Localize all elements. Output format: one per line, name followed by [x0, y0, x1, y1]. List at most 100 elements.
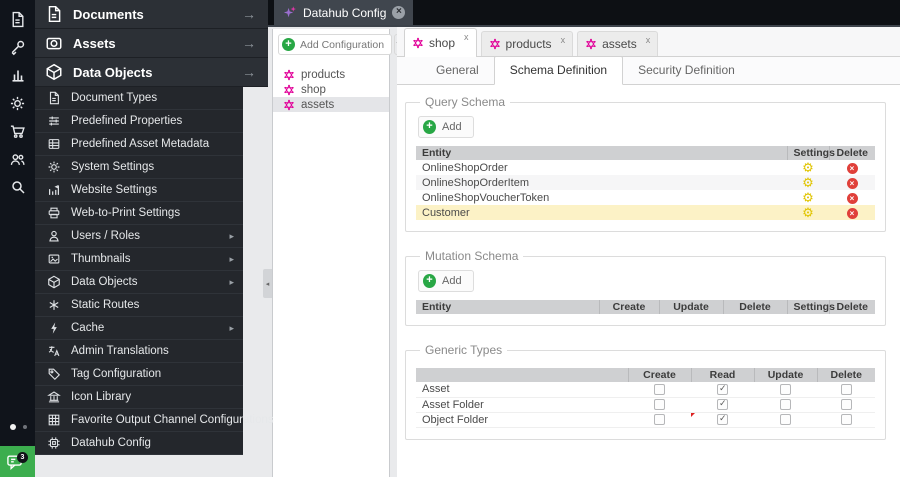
- add-configuration-button[interactable]: + Add Configuration: [278, 34, 393, 55]
- menu-item-system-settings[interactable]: System Settings: [35, 156, 243, 179]
- panel-collapse-handle[interactable]: ◂: [263, 269, 272, 298]
- users-nav-button[interactable]: [0, 145, 35, 173]
- menu-item-admin-translations[interactable]: Admin Translations: [35, 340, 243, 363]
- graphql-star-icon: [283, 98, 295, 111]
- close-icon[interactable]: x: [646, 35, 651, 45]
- gear-icon: [9, 95, 26, 112]
- update-checkbox[interactable]: [780, 383, 791, 395]
- tree-item-shop[interactable]: shop: [273, 82, 389, 97]
- menu-label: Data Objects: [73, 64, 153, 80]
- plus-icon: +: [282, 38, 295, 51]
- subtab-security-definition[interactable]: Security Definition: [623, 57, 750, 84]
- delete-icon[interactable]: ×: [846, 192, 858, 204]
- subtab-schema-definition[interactable]: Schema Definition: [493, 56, 624, 85]
- update-checkbox[interactable]: [780, 399, 791, 411]
- read-checkbox[interactable]: [717, 413, 728, 426]
- chat-button[interactable]: 3: [0, 446, 35, 477]
- chevron-right-icon: ▸: [229, 253, 234, 264]
- menu-item-users-roles[interactable]: Users / Roles ▸: [35, 225, 243, 248]
- menu-item-cache[interactable]: Cache ▸: [35, 317, 243, 340]
- shopping-cart-icon: [9, 123, 26, 140]
- close-icon[interactable]: x: [561, 35, 566, 45]
- sparkle-icon: [282, 5, 297, 20]
- arrow-right-icon: →: [242, 64, 256, 80]
- ecommerce-nav-button[interactable]: [0, 117, 35, 145]
- menu-assets[interactable]: Assets →: [35, 29, 268, 58]
- menu-item-tag-configuration[interactable]: Tag Configuration: [35, 363, 243, 386]
- menu-item-datahub-config[interactable]: Datahub Config: [35, 432, 243, 455]
- definition-subtabs: General Schema Definition Security Defin…: [397, 56, 900, 85]
- settings-gear-icon[interactable]: ⚙: [802, 160, 814, 175]
- tab-products[interactable]: products x: [480, 31, 574, 56]
- users-icon: [9, 151, 26, 168]
- table-row[interactable]: OnlineShopOrder ⚙ ×: [416, 160, 875, 175]
- settings-gear-icon[interactable]: ⚙: [802, 175, 814, 190]
- menu-item-data-objects[interactable]: Data Objects ▸: [35, 271, 243, 294]
- search-icon: [10, 179, 26, 195]
- subtab-general[interactable]: General: [421, 57, 494, 84]
- menu-documents[interactable]: Documents →: [35, 0, 268, 29]
- tab-assets[interactable]: assets x: [577, 31, 659, 56]
- read-checkbox[interactable]: [717, 398, 728, 411]
- delete-checkbox[interactable]: [840, 399, 852, 411]
- plus-icon: +: [423, 120, 436, 134]
- arrow-right-icon: →: [242, 6, 256, 22]
- column-header-settings: Settings: [787, 146, 835, 160]
- delete-checkbox[interactable]: [840, 383, 852, 395]
- create-checkbox[interactable]: [654, 383, 665, 395]
- delete-icon[interactable]: ×: [846, 207, 858, 219]
- close-icon[interactable]: ×: [392, 6, 406, 19]
- create-checkbox[interactable]: [654, 399, 665, 411]
- table-row[interactable]: OnlineShopOrderItem ⚙ ×: [416, 175, 875, 190]
- close-icon[interactable]: x: [464, 32, 469, 42]
- chevron-right-icon: ▸: [229, 230, 234, 241]
- table-row[interactable]: OnlineShopVoucherToken ⚙ ×: [416, 190, 875, 205]
- translate-icon: [47, 344, 62, 359]
- documents-nav-button[interactable]: [0, 5, 35, 33]
- create-checkbox[interactable]: [654, 414, 665, 426]
- menu-item-document-types[interactable]: Document Types: [35, 87, 243, 110]
- tree-item-assets[interactable]: assets: [273, 97, 389, 112]
- table-row: Asset: [416, 382, 875, 398]
- query-schema-legend: Query Schema: [425, 95, 506, 109]
- menu-label: Documents: [73, 6, 144, 22]
- menu-item-predefined-properties[interactable]: Predefined Properties: [35, 110, 243, 133]
- query-schema-add-button[interactable]: + Add: [418, 116, 474, 138]
- tools-nav-button[interactable]: [0, 33, 35, 61]
- menu-item-predefined-asset-metadata[interactable]: Predefined Asset Metadata: [35, 133, 243, 156]
- gear-icon: [47, 160, 62, 175]
- graphql-star-icon: [585, 38, 597, 50]
- config-edit-panel: shop x products x assets x General Schem…: [397, 27, 900, 477]
- reports-nav-button[interactable]: [0, 61, 35, 89]
- search-nav-button[interactable]: [0, 173, 35, 201]
- camera-icon: [45, 34, 63, 52]
- menu-item-web-to-print-settings[interactable]: Web-to-Print Settings: [35, 202, 243, 225]
- menu-item-icon-library[interactable]: Icon Library: [35, 386, 243, 409]
- schema-definition-content: Query Schema + Add Entity Settings Delet…: [397, 85, 900, 477]
- column-header-settings: Settings: [787, 300, 835, 314]
- delete-checkbox[interactable]: [840, 414, 852, 426]
- menu-item-thumbnails[interactable]: Thumbnails ▸: [35, 248, 243, 271]
- update-checkbox[interactable]: [780, 414, 791, 426]
- column-header-read: Read: [691, 368, 755, 382]
- delete-icon[interactable]: ×: [846, 162, 858, 174]
- settings-gear-icon[interactable]: ⚙: [802, 205, 814, 220]
- settings-nav-button[interactable]: [0, 89, 35, 117]
- mutation-schema-add-button[interactable]: + Add: [418, 270, 474, 292]
- configuration-tree-panel: + Add Configuration ▼ products shop asse…: [272, 29, 403, 477]
- wrench-icon: [9, 39, 26, 56]
- read-checkbox[interactable]: [717, 383, 728, 395]
- delete-icon[interactable]: ×: [846, 177, 858, 189]
- tab-shop[interactable]: shop x: [404, 28, 477, 57]
- menu-data-objects[interactable]: Data Objects →: [35, 58, 268, 87]
- menu-item-favorite-output-channels[interactable]: Favorite Output Channel Configurations: [35, 409, 274, 432]
- table-row-selected[interactable]: Customer ⚙ ×: [416, 205, 875, 220]
- chart-flag-icon: [47, 183, 62, 198]
- menu-item-website-settings[interactable]: Website Settings: [35, 179, 243, 202]
- tab-datahub-config[interactable]: Datahub Config ×: [274, 0, 414, 25]
- settings-gear-icon[interactable]: ⚙: [802, 190, 814, 205]
- menu-item-static-routes[interactable]: Static Routes: [35, 294, 243, 317]
- menu-label: Assets: [73, 35, 116, 51]
- tree-item-products[interactable]: products: [273, 67, 389, 82]
- mutation-schema-table: Entity Create Update Delete Settings Del…: [416, 300, 875, 314]
